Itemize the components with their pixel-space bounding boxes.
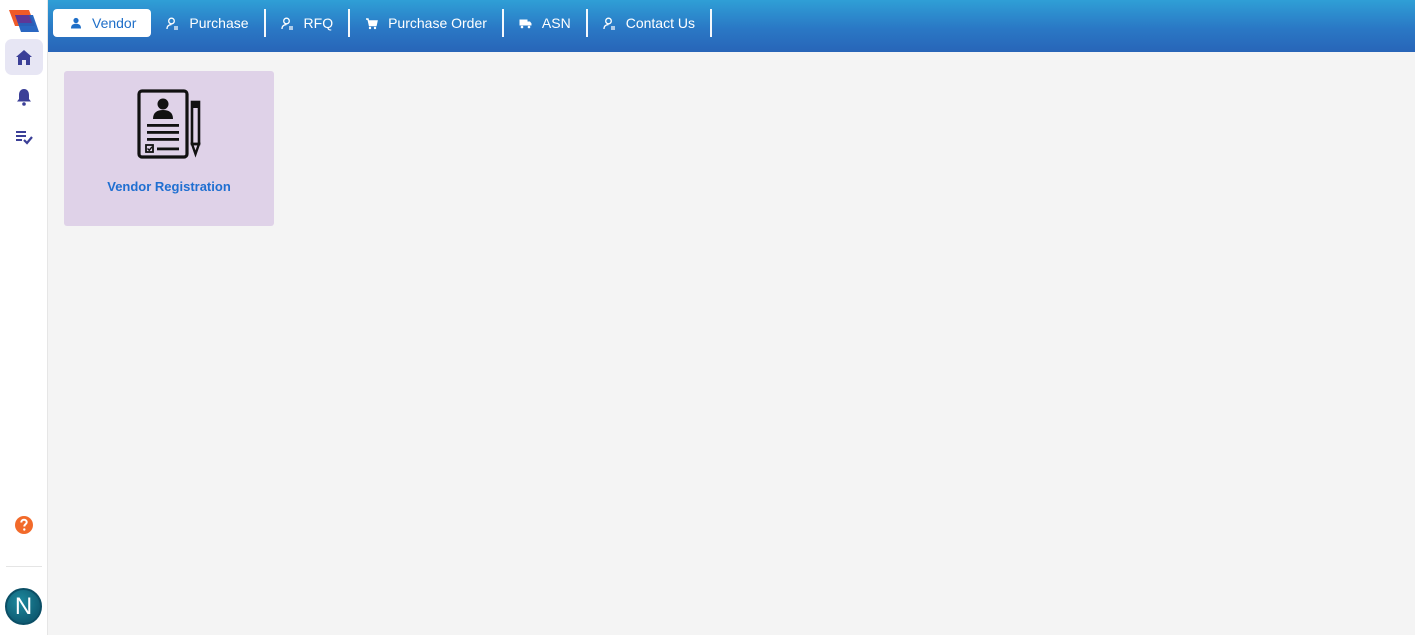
tab-divider bbox=[585, 9, 588, 37]
sidebar-item-home[interactable] bbox=[5, 39, 43, 75]
tab-vendor-label: Vendor bbox=[92, 15, 137, 31]
app-logo[interactable] bbox=[7, 6, 41, 34]
help-icon bbox=[15, 516, 33, 534]
tab-vendor[interactable]: Vendor bbox=[53, 9, 152, 37]
sidebar-item-notifications[interactable] bbox=[5, 79, 43, 115]
person-icon bbox=[69, 17, 82, 30]
tab-contact-us-label: Contact Us bbox=[625, 15, 695, 31]
registration-form-icon bbox=[137, 89, 201, 159]
tab-divider bbox=[501, 9, 504, 37]
sidebar-divider bbox=[6, 566, 42, 567]
sidebar-item-tasks[interactable] bbox=[5, 119, 43, 155]
tab-divider bbox=[348, 9, 351, 37]
top-navigation-bar: Vendor Purchase RFQ Purchase Order ASN C… bbox=[48, 0, 1415, 52]
person-outline-icon bbox=[166, 17, 179, 30]
tab-rfq-label: RFQ bbox=[303, 15, 334, 31]
cart-icon bbox=[365, 17, 378, 30]
tab-contact-us[interactable]: Contact Us bbox=[588, 9, 710, 37]
sidebar: N bbox=[0, 0, 48, 635]
truck-icon bbox=[519, 17, 532, 30]
tab-rfq[interactable]: RFQ bbox=[266, 9, 349, 37]
person-outline-icon bbox=[603, 17, 616, 30]
avatar-initial: N bbox=[14, 592, 33, 620]
nav-tabs: Vendor Purchase RFQ Purchase Order ASN C… bbox=[53, 9, 712, 37]
tab-purchase-label: Purchase bbox=[189, 15, 249, 31]
person-outline-icon bbox=[280, 17, 294, 30]
home-icon bbox=[16, 49, 32, 65]
user-avatar[interactable]: N bbox=[5, 588, 42, 625]
tab-asn-label: ASN bbox=[541, 15, 571, 31]
tab-divider bbox=[709, 9, 712, 37]
vendor-registration-label: Vendor Registration bbox=[107, 179, 231, 194]
tab-purchase-order-label: Purchase Order bbox=[388, 15, 487, 31]
tab-purchase[interactable]: Purchase bbox=[151, 9, 263, 37]
tab-asn[interactable]: ASN bbox=[504, 9, 586, 37]
bell-icon bbox=[17, 89, 31, 106]
vendor-registration-card[interactable]: Vendor Registration bbox=[64, 71, 274, 226]
tab-purchase-order[interactable]: Purchase Order bbox=[350, 9, 502, 37]
task-list-icon bbox=[16, 131, 33, 145]
tab-divider bbox=[263, 9, 266, 37]
help-button[interactable] bbox=[5, 507, 43, 543]
